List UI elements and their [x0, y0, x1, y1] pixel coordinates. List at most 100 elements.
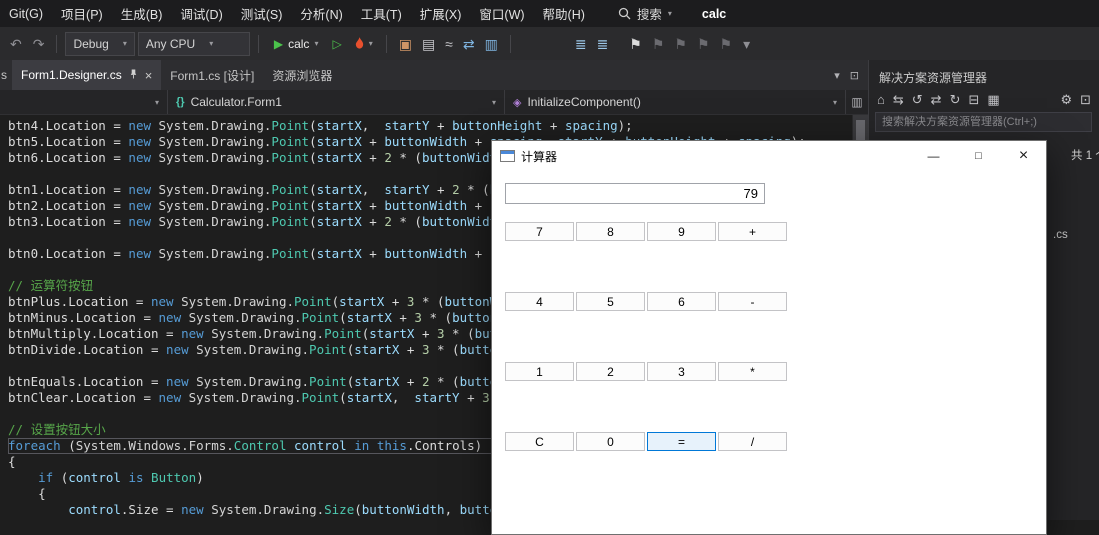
- toolbar-edit-icons: ≣ ≣: [571, 37, 612, 51]
- calc-button-equals[interactable]: =: [647, 432, 716, 451]
- calc-button-1[interactable]: 1: [505, 362, 574, 381]
- navigate-forward-icon[interactable]: ↷: [29, 37, 49, 51]
- menu-item[interactable]: Git(G): [0, 0, 52, 27]
- menu-item[interactable]: 生成(B): [112, 0, 172, 27]
- tab-label: s: [1, 68, 7, 82]
- platform-dropdown[interactable]: Any CPU ▾: [137, 31, 250, 56]
- tab-资源浏览器[interactable]: 资源浏览器: [263, 60, 341, 90]
- document-outline-icon[interactable]: ▥: [481, 37, 502, 51]
- bookmark-window-icon[interactable]: ⚑: [693, 37, 714, 51]
- home-icon[interactable]: ⌂: [877, 93, 885, 106]
- calculator-titlebar[interactable]: 计算器 — □ ×: [492, 141, 1046, 171]
- menu-item[interactable]: 分析(N): [291, 0, 351, 27]
- search-box[interactable]: 搜索 ▾: [612, 4, 678, 23]
- properties-gear-icon[interactable]: ⚙: [1060, 93, 1072, 106]
- tab-s[interactable]: s: [0, 60, 12, 90]
- project-dropdown[interactable]: ▾: [0, 90, 168, 114]
- tab-form1-cs-设计-[interactable]: Form1.cs [设计]: [161, 60, 263, 90]
- hot-reload-button[interactable]: ▾: [349, 37, 378, 50]
- calc-button-7[interactable]: 7: [505, 222, 574, 241]
- calc-button-9[interactable]: 9: [647, 222, 716, 241]
- platform-value: Any CPU: [145, 36, 196, 51]
- sync-active-document-icon[interactable]: ⇄: [931, 93, 942, 106]
- standard-toolbar: ↶ ↷ Debug ▾ Any CPU ▾ ▶ calc ▾ ▷ ▾ ▣ ▤ ≈ ⇄ ▥…: [0, 27, 1099, 60]
- search-label: 搜索: [636, 8, 662, 22]
- search-icon: [618, 7, 631, 20]
- type-dropdown[interactable]: {} Calculator.Form1 ▾: [168, 90, 505, 114]
- window-position-icon[interactable]: ⊡: [850, 69, 859, 82]
- start-without-debugging-icon[interactable]: ▷: [328, 38, 345, 50]
- calc-button-clear[interactable]: C: [505, 432, 574, 451]
- toolbar-separator: [385, 34, 387, 53]
- chevron-down-icon: ▾: [314, 38, 319, 48]
- tab-label: 资源浏览器: [272, 68, 333, 83]
- pin-icon[interactable]: [129, 68, 138, 83]
- toolbar-bookmark-icons: ⚑ ⚑ ⚑ ⚑ ⚑: [625, 37, 736, 51]
- tab-list-chevron-icon[interactable]: ▾: [834, 69, 840, 82]
- undo-icon[interactable]: ↺: [912, 93, 923, 106]
- calc-button-4[interactable]: 4: [505, 292, 574, 311]
- switch-views-icon[interactable]: ⇆: [893, 93, 904, 106]
- solution-file-fragment[interactable]: .cs: [1053, 229, 1068, 241]
- menu-item[interactable]: 工具(T): [352, 0, 411, 27]
- chevron-down-icon: ▾: [209, 38, 214, 48]
- calc-button-0[interactable]: 0: [576, 432, 645, 451]
- member-dropdown-value: InitializeComponent(): [527, 95, 641, 109]
- calculator-display[interactable]: 79: [505, 183, 765, 204]
- clear-bookmarks-icon[interactable]: ⚑: [716, 37, 737, 51]
- split-editor-icon[interactable]: ▥: [846, 90, 868, 114]
- menu-item[interactable]: 项目(P): [52, 0, 112, 27]
- calc-button-3[interactable]: 3: [647, 362, 716, 381]
- window-title: calc: [701, 6, 727, 21]
- menu-item[interactable]: 测试(S): [232, 0, 292, 27]
- calc-button-divide[interactable]: /: [718, 432, 787, 451]
- configuration-dropdown[interactable]: Debug ▾: [65, 31, 135, 56]
- spell-check-icon[interactable]: ≈: [441, 37, 457, 51]
- close-tab-icon[interactable]: ×: [145, 69, 153, 82]
- navigate-back-icon[interactable]: ↶: [6, 37, 26, 51]
- next-bookmark-icon[interactable]: ⚑: [670, 37, 691, 51]
- chevron-down-icon: ▾: [154, 97, 159, 107]
- collapse-all-icon[interactable]: ⊟: [968, 93, 979, 106]
- output-window-icon[interactable]: ▤: [418, 37, 439, 51]
- calc-button-5[interactable]: 5: [576, 292, 645, 311]
- tab-label: Form1.Designer.cs: [21, 68, 122, 82]
- navigate-to-icon[interactable]: ⇄: [459, 37, 479, 51]
- minimize-button[interactable]: —: [911, 141, 956, 171]
- package-icon[interactable]: ▣: [395, 37, 416, 51]
- tab-label: Form1.cs [设计]: [170, 68, 255, 83]
- toggle-bookmark-icon[interactable]: ⚑: [625, 37, 646, 51]
- toolbar-overflow-icon[interactable]: ▾: [739, 37, 754, 51]
- tab-strip-right-icons: ▾ ⊡: [834, 60, 868, 90]
- indent-increase-icon[interactable]: ≣: [593, 37, 613, 51]
- preview-selected-icon[interactable]: ⊡: [1080, 93, 1091, 106]
- previous-bookmark-icon[interactable]: ⚑: [648, 37, 669, 51]
- close-button[interactable]: ×: [1001, 141, 1046, 171]
- member-dropdown[interactable]: ◈ InitializeComponent() ▾: [505, 90, 846, 114]
- calc-button-8[interactable]: 8: [576, 222, 645, 241]
- menu-item[interactable]: 扩展(X): [411, 0, 471, 27]
- type-dropdown-value: Calculator.Form1: [190, 95, 282, 109]
- menu-item[interactable]: 帮助(H): [534, 0, 594, 27]
- refresh-icon[interactable]: ↻: [950, 93, 961, 106]
- calc-button-2[interactable]: 2: [576, 362, 645, 381]
- calc-button-6[interactable]: 6: [647, 292, 716, 311]
- solution-search-input[interactable]: [875, 112, 1092, 132]
- chevron-down-icon: ▾: [491, 97, 496, 107]
- calc-button-multiply[interactable]: *: [718, 362, 787, 381]
- start-debugging-button[interactable]: ▶ calc ▾: [267, 37, 326, 51]
- menu-item[interactable]: 窗口(W): [470, 0, 533, 27]
- explorer-toolbar-left: ⌂ ⇆ ↺ ⇄ ↻ ⊟ ▦: [877, 93, 1000, 106]
- calc-button-plus[interactable]: +: [718, 222, 787, 241]
- maximize-button[interactable]: □: [956, 141, 1001, 171]
- code-line: btn4.Location = new System.Drawing.Point…: [8, 118, 633, 133]
- project-count-fragment[interactable]: 共 1 个: [1071, 147, 1099, 163]
- toolbar-separator: [509, 34, 511, 53]
- calc-button-minus[interactable]: -: [718, 292, 787, 311]
- indent-decrease-icon[interactable]: ≣: [571, 37, 591, 51]
- solution-explorer-toolbar: ⌂ ⇆ ↺ ⇄ ↻ ⊟ ▦ ⚙ ⊡: [869, 91, 1099, 112]
- tab-form1-designer-cs[interactable]: Form1.Designer.cs ×: [12, 60, 162, 90]
- menu-item[interactable]: 调试(D): [171, 0, 231, 27]
- menubar-items: Git(G) 项目(P) 生成(B) 调试(D) 测试(S) 分析(N) 工具(T) 扩展(X…: [0, 0, 594, 27]
- show-all-files-icon[interactable]: ▦: [987, 93, 999, 106]
